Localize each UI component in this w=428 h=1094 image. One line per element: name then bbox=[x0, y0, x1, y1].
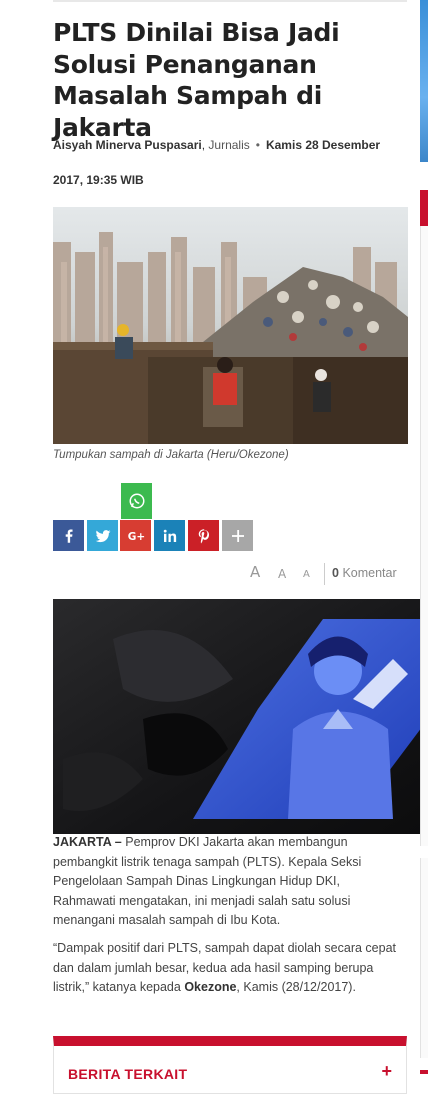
video-ad[interactable] bbox=[53, 599, 428, 834]
article-title: PLTS Dinilai Bisa Jadi Solusi Penanganan… bbox=[53, 18, 340, 142]
tools-divider bbox=[324, 563, 325, 585]
source-name: Okezone bbox=[184, 980, 237, 994]
publish-date: Kamis 28 Desember bbox=[265, 138, 381, 152]
article-photo bbox=[53, 207, 408, 444]
more-share-button[interactable] bbox=[222, 520, 253, 551]
expand-plus-icon[interactable]: + bbox=[381, 1061, 392, 1082]
photo-caption: Tumpukan sampah di Jakarta (Heru/Okezone… bbox=[53, 449, 289, 461]
sidebar-panel-3 bbox=[420, 1070, 428, 1094]
linkedin-share-button[interactable] bbox=[154, 520, 185, 551]
twitter-share-button[interactable] bbox=[87, 520, 118, 551]
comment-count: 0 bbox=[332, 566, 339, 580]
pinterest-icon bbox=[198, 528, 209, 543]
sidebar-ad[interactable] bbox=[420, 0, 428, 162]
author-name[interactable]: Aisyah Minerva Puspasari bbox=[53, 138, 202, 152]
article-photo-illustration bbox=[53, 207, 408, 444]
whatsapp-share-button[interactable] bbox=[121, 483, 152, 519]
google-plus-icon: G+ bbox=[127, 530, 144, 542]
byline: Aisyah Minerva Puspasari, Jurnalis • Kamis… bbox=[53, 138, 381, 152]
author-role: Jurnalis bbox=[208, 138, 250, 152]
twitter-icon bbox=[95, 529, 110, 542]
dateline: JAKARTA – bbox=[53, 835, 122, 849]
sidebar-header-strip bbox=[420, 190, 428, 226]
svg-text:G+: G+ bbox=[127, 530, 144, 542]
font-size-small-button[interactable]: A bbox=[303, 569, 310, 580]
related-news-title: BERITA TERKAIT bbox=[68, 1066, 188, 1082]
whatsapp-icon bbox=[129, 493, 144, 509]
article-paragraph-1: JAKARTA – Pemprov DKI Jakarta akan memba… bbox=[53, 835, 362, 927]
top-divider bbox=[53, 0, 407, 2]
google-plus-share-button[interactable]: G+ bbox=[120, 520, 151, 551]
related-news-box[interactable]: BERITA TERKAIT + bbox=[53, 1036, 407, 1094]
sidebar-panel bbox=[420, 226, 428, 846]
comment-link[interactable]: 0 Komentar bbox=[332, 566, 397, 580]
pinterest-share-button[interactable] bbox=[188, 520, 219, 551]
article-paragraph-2: “Dampak positif dari PLTS, sampah dapat … bbox=[53, 941, 397, 994]
plus-icon bbox=[231, 529, 244, 542]
ad-illustration bbox=[53, 599, 428, 834]
linkedin-icon bbox=[163, 529, 176, 542]
font-size-large-button[interactable]: A bbox=[250, 563, 260, 581]
font-size-medium-button[interactable]: A bbox=[278, 567, 286, 581]
facebook-icon bbox=[65, 528, 73, 543]
comment-label: Komentar bbox=[342, 566, 397, 580]
byline-separator: • bbox=[255, 138, 260, 152]
facebook-share-button[interactable] bbox=[53, 520, 84, 551]
publish-time: 2017, 19:35 WIB bbox=[53, 173, 144, 187]
sidebar-panel-2 bbox=[420, 858, 428, 1058]
